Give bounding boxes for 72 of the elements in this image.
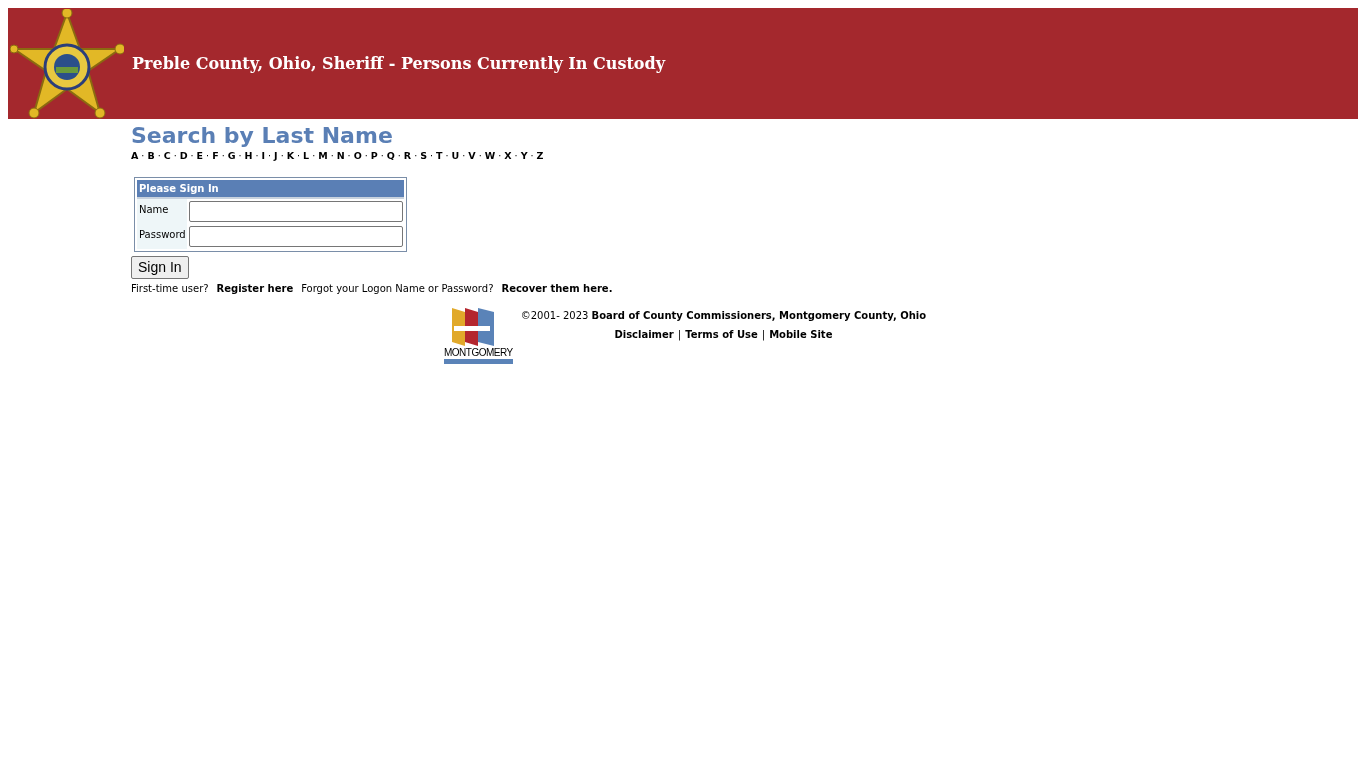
separator: ·	[347, 150, 351, 162]
letter-link[interactable]: T	[436, 150, 443, 162]
letter-link[interactable]: U	[451, 150, 460, 162]
input-field[interactable]	[189, 226, 403, 248]
separator: ·	[445, 150, 449, 162]
separator: |	[761, 329, 766, 341]
separator: ·	[157, 150, 161, 162]
separator: ·	[414, 150, 418, 162]
logo-text: MONTGOMERY	[444, 348, 513, 365]
letter-link[interactable]: R	[403, 150, 412, 162]
letter-link[interactable]: P	[370, 150, 378, 162]
sign-in-button[interactable]: Sign In	[131, 256, 189, 280]
help-text: First-time user?	[131, 282, 209, 297]
separator: ·	[312, 150, 316, 162]
separator: ·	[430, 150, 434, 162]
separator: ·	[206, 150, 210, 162]
letter-link[interactable]: D	[179, 150, 188, 162]
letter-link[interactable]: J	[274, 150, 278, 162]
letter-link[interactable]: O	[353, 150, 362, 162]
letter-link[interactable]: B	[147, 150, 155, 162]
letter-link[interactable]: Y	[520, 150, 528, 162]
separator: ·	[280, 150, 284, 162]
input-field[interactable]	[189, 201, 403, 223]
letter-link[interactable]: Q	[386, 150, 395, 162]
separator: ·	[498, 150, 502, 162]
footer-link[interactable]: Disclaimer	[614, 329, 674, 341]
search-heading: Search by Last Name	[131, 124, 394, 149]
letter-link[interactable]: S	[420, 150, 428, 162]
separator: ·	[255, 150, 259, 162]
link[interactable]: Register here	[216, 281, 294, 297]
panel-title: Please Sign In	[137, 180, 404, 200]
copyright-text: ©2001- 2023 Board of County Commissioners, Montgomery County, Ohio	[520, 309, 927, 324]
separator: ·	[514, 150, 518, 162]
letter-link[interactable]: M	[318, 150, 328, 162]
separator: ·	[190, 150, 194, 162]
help-text: Forgot your Logon Name or Password?	[301, 282, 494, 297]
footer-link[interactable]: Terms of Use	[685, 329, 758, 341]
separator: ·	[462, 150, 466, 162]
separator: ·	[478, 150, 482, 162]
letter-link[interactable]: C	[163, 150, 171, 162]
letter-link[interactable]: X	[504, 150, 512, 162]
separator: ·	[380, 150, 384, 162]
letter-link[interactable]: F	[212, 150, 219, 162]
footer-link[interactable]: Mobile Site	[769, 329, 833, 341]
letter-link[interactable]: L	[303, 150, 310, 162]
letter-link[interactable]: W	[484, 150, 496, 162]
letter-link[interactable]: K	[286, 150, 295, 162]
separator: ·	[397, 150, 401, 162]
letter-link[interactable]: V	[468, 150, 476, 162]
separator: ·	[530, 150, 534, 162]
field-label: Password	[137, 224, 187, 250]
separator: ·	[297, 150, 301, 162]
letter-link[interactable]: G	[227, 150, 236, 162]
separator: ·	[173, 150, 177, 162]
separator: ·	[141, 150, 145, 162]
separator: ·	[221, 150, 225, 162]
separator: |	[677, 329, 682, 341]
letter-link[interactable]: N	[336, 150, 345, 162]
page-title: Preble County, Ohio, Sheriff - Persons Currently In Custody	[132, 52, 665, 75]
separator: ·	[330, 150, 334, 162]
link[interactable]: Recover them here.	[501, 281, 613, 297]
letter-link[interactable]: H	[244, 150, 253, 162]
separator: ·	[268, 150, 272, 162]
letter-link[interactable]: Z	[536, 150, 544, 162]
letter-link[interactable]: E	[196, 150, 204, 162]
sheriff-badge-icon	[10, 8, 124, 119]
flags-icon	[450, 308, 496, 349]
field-label: Name	[137, 199, 187, 225]
separator: ·	[364, 150, 368, 162]
letter-link[interactable]: A	[131, 150, 139, 162]
letter-link[interactable]: I	[261, 150, 266, 162]
separator: ·	[238, 150, 242, 162]
